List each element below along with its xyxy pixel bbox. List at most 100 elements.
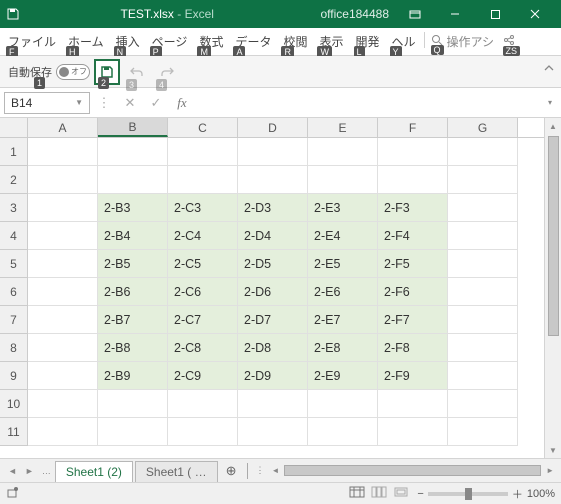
zoom-in-icon[interactable]: ＋ [512,486,523,502]
row-header[interactable]: 3 [0,194,28,222]
scroll-right-icon[interactable]: ► [543,466,557,475]
cell[interactable] [28,138,98,166]
cell[interactable]: 2-C3 [168,194,238,222]
cell[interactable]: 2-F3 [378,194,448,222]
column-header[interactable]: C [168,118,238,137]
cell[interactable]: 2-E7 [308,306,378,334]
row-header[interactable]: 1 [0,138,28,166]
page-layout-view-icon[interactable] [371,486,387,501]
cell[interactable]: 2-C7 [168,306,238,334]
minimize-button[interactable] [435,0,475,28]
zoom-out-icon[interactable]: − [417,488,423,500]
select-all-corner[interactable] [0,118,28,137]
cell[interactable] [448,278,518,306]
hscroll-thumb[interactable] [284,465,541,476]
collapse-ribbon-icon[interactable] [543,62,555,77]
row-header[interactable]: 10 [0,390,28,418]
tell-me[interactable]: 操作アシ Q [427,29,499,55]
cell[interactable]: 2-F6 [378,278,448,306]
cell[interactable]: 2-F4 [378,222,448,250]
cell[interactable]: 2-C9 [168,362,238,390]
tab-home[interactable]: ホームH [62,29,110,55]
cell[interactable]: 2-D5 [238,250,308,278]
row-header[interactable]: 7 [0,306,28,334]
cell[interactable] [98,418,168,446]
cell[interactable]: 2-D4 [238,222,308,250]
expand-formula-bar-icon[interactable]: ▾ [543,92,557,114]
redo-icon[interactable]: 4 [154,59,180,85]
cell[interactable] [238,166,308,194]
page-break-view-icon[interactable] [393,486,409,501]
cell[interactable]: 2-B4 [98,222,168,250]
cell[interactable]: 2-C5 [168,250,238,278]
row-header[interactable]: 11 [0,418,28,446]
cell[interactable] [448,166,518,194]
cell[interactable]: 2-D9 [238,362,308,390]
cell[interactable] [28,306,98,334]
row-header[interactable]: 4 [0,222,28,250]
maximize-button[interactable] [475,0,515,28]
cell[interactable] [448,418,518,446]
cell[interactable] [448,334,518,362]
cell[interactable] [28,222,98,250]
record-macro-icon[interactable] [6,485,20,502]
cell[interactable] [28,250,98,278]
cell[interactable] [28,278,98,306]
cell[interactable] [308,138,378,166]
zoom-level[interactable]: 100% [527,488,555,500]
cell[interactable]: 2-B3 [98,194,168,222]
cell[interactable] [28,334,98,362]
row-header[interactable]: 5 [0,250,28,278]
horizontal-scrollbar[interactable]: ◄ ► [269,465,558,476]
add-sheet-icon[interactable]: ⊕ [220,463,243,479]
cell[interactable]: 2-C6 [168,278,238,306]
cell[interactable] [448,362,518,390]
cell[interactable] [448,138,518,166]
cell[interactable]: 2-F5 [378,250,448,278]
cell[interactable] [168,418,238,446]
tab-formulas[interactable]: 数式M [193,29,229,55]
cell[interactable] [378,418,448,446]
cell[interactable]: 2-B9 [98,362,168,390]
cell[interactable] [378,166,448,194]
cell[interactable] [448,194,518,222]
column-header[interactable]: G [448,118,518,137]
sheet-tab-active[interactable]: Sheet1 (2) [55,461,133,482]
cell[interactable] [28,166,98,194]
cell[interactable] [308,390,378,418]
cell[interactable] [168,166,238,194]
options-dots[interactable]: ⋮ [92,92,116,114]
cell[interactable] [308,418,378,446]
cell[interactable] [448,250,518,278]
scroll-thumb[interactable] [548,136,559,336]
tab-data[interactable]: データA [229,29,277,55]
cell[interactable]: 2-F8 [378,334,448,362]
cell[interactable] [168,390,238,418]
cell[interactable] [168,138,238,166]
cell[interactable]: 2-F9 [378,362,448,390]
normal-view-icon[interactable] [349,486,365,501]
tab-developer[interactable]: 開発L [350,29,386,55]
cell[interactable]: 2-F7 [378,306,448,334]
close-button[interactable] [515,0,555,28]
cell[interactable] [98,138,168,166]
column-header[interactable]: B [98,118,168,137]
column-header[interactable]: A [28,118,98,137]
cell[interactable]: 2-D3 [238,194,308,222]
sheet-nav-prev-icon[interactable]: ◄ [4,466,21,476]
cell[interactable]: 2-B5 [98,250,168,278]
cell[interactable]: 2-D7 [238,306,308,334]
cell[interactable] [378,138,448,166]
name-box[interactable]: B14▼ [4,92,90,114]
row-header[interactable]: 9 [0,362,28,390]
share-button[interactable]: ZS [498,29,520,55]
cell[interactable] [28,390,98,418]
cell[interactable] [28,362,98,390]
tab-file[interactable]: ファイルF [2,29,62,55]
cell[interactable]: 2-E3 [308,194,378,222]
cell[interactable] [238,418,308,446]
cell[interactable]: 2-C4 [168,222,238,250]
cell[interactable]: 2-D6 [238,278,308,306]
tab-page[interactable]: ページP [146,29,194,55]
cell[interactable]: 2-D8 [238,334,308,362]
